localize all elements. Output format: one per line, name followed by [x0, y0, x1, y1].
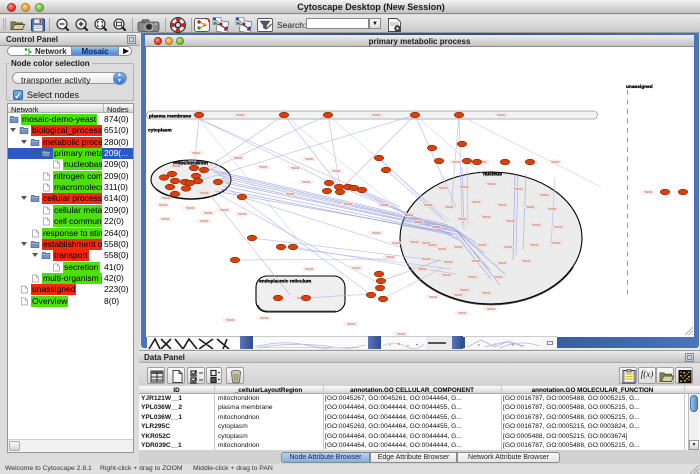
svg-text:YBR039: YBR039 [482, 216, 492, 219]
svg-text:YBR039: YBR039 [234, 157, 244, 160]
svg-text:YBR039: YBR039 [192, 152, 202, 155]
svg-text:YBR039: YBR039 [445, 206, 455, 209]
svg-text:YBR039: YBR039 [226, 319, 236, 322]
svg-text:YBR039: YBR039 [429, 296, 439, 299]
svg-text:YBR039: YBR039 [460, 289, 470, 292]
svg-text:YBR039: YBR039 [414, 221, 424, 224]
svg-text:YBR039: YBR039 [532, 224, 542, 227]
svg-text:YBR039: YBR039 [347, 323, 357, 326]
svg-text:YBR039: YBR039 [422, 258, 432, 261]
svg-text:YBR039: YBR039 [506, 220, 516, 223]
svg-text:YBR039: YBR039 [530, 244, 540, 247]
svg-text:YBR039: YBR039 [552, 242, 562, 245]
svg-text:YBR039: YBR039 [526, 206, 536, 209]
svg-text:YBR039: YBR039 [405, 214, 415, 217]
svg-text:endoplasmic reticulum: endoplasmic reticulum [259, 279, 311, 285]
svg-text:YBR039: YBR039 [200, 192, 210, 195]
svg-text:YBR039: YBR039 [344, 203, 354, 206]
svg-text:YBR039: YBR039 [460, 186, 470, 189]
svg-text:YBR039: YBR039 [487, 183, 497, 186]
svg-text:YBR039: YBR039 [260, 317, 270, 320]
svg-text:YBR039: YBR039 [259, 166, 269, 169]
svg-text:YBR039: YBR039 [424, 204, 434, 207]
svg-text:YBR039: YBR039 [494, 276, 504, 279]
svg-text:YBR039: YBR039 [458, 218, 468, 221]
svg-text:YBR039: YBR039 [352, 267, 362, 270]
svg-text:YBR039: YBR039 [392, 242, 402, 245]
svg-text:YBR039: YBR039 [302, 181, 312, 184]
svg-text:YBR039: YBR039 [220, 209, 230, 212]
svg-text:YBR039: YBR039 [472, 201, 482, 204]
svg-text:YBR039: YBR039 [504, 246, 514, 249]
svg-text:YBR039: YBR039 [286, 193, 296, 196]
svg-text:YBR039: YBR039 [554, 226, 564, 229]
svg-text:YBR039: YBR039 [186, 207, 196, 210]
svg-text:YBR039: YBR039 [444, 261, 454, 264]
svg-text:YBR039: YBR039 [432, 226, 442, 229]
svg-text:YBR039: YBR039 [305, 268, 315, 271]
svg-text:YBR039: YBR039 [380, 204, 390, 207]
svg-text:YBR039: YBR039 [162, 197, 172, 200]
svg-text:YBR039: YBR039 [410, 241, 420, 244]
svg-text:YBR039: YBR039 [454, 294, 464, 297]
svg-text:YBR039: YBR039 [238, 213, 248, 216]
svg-text:YBR039: YBR039 [438, 248, 448, 251]
svg-text:YBR039: YBR039 [498, 204, 508, 207]
svg-text:YBR039: YBR039 [161, 218, 171, 221]
svg-text:YBR039: YBR039 [458, 312, 468, 315]
svg-text:YBR039: YBR039 [472, 260, 482, 263]
svg-text:YBR039: YBR039 [551, 161, 561, 164]
svg-text:YBR039: YBR039 [372, 114, 382, 117]
svg-text:YBR039: YBR039 [200, 220, 210, 223]
svg-text:YBR039: YBR039 [236, 114, 246, 117]
svg-text:YBR039: YBR039 [418, 268, 428, 271]
svg-text:YBR039: YBR039 [548, 208, 558, 211]
svg-text:YBR039: YBR039 [454, 246, 464, 249]
svg-text:YBR039: YBR039 [478, 244, 488, 247]
svg-text:YBR039: YBR039 [386, 256, 396, 259]
svg-text:YBR039: YBR039 [159, 204, 169, 207]
svg-text:YBR039: YBR039 [372, 232, 382, 235]
svg-text:plasma membrane: plasma membrane [149, 113, 191, 119]
svg-text:YBR039: YBR039 [482, 292, 492, 295]
svg-text:YBR039: YBR039 [452, 161, 462, 164]
svg-text:YBR039: YBR039 [439, 187, 449, 190]
svg-text:YBR039: YBR039 [332, 170, 342, 173]
svg-text:cytoplasm: cytoplasm [148, 128, 172, 134]
svg-text:YBR039: YBR039 [644, 191, 654, 194]
svg-text:YBR039: YBR039 [172, 165, 182, 168]
svg-text:YBR039: YBR039 [497, 114, 507, 117]
svg-text:YBR039: YBR039 [442, 274, 452, 277]
svg-text:YBR039: YBR039 [514, 188, 524, 191]
svg-text:YBR039: YBR039 [428, 244, 438, 247]
svg-text:YBR039: YBR039 [522, 260, 532, 263]
svg-text:YBR039: YBR039 [204, 212, 214, 215]
svg-text:YBR039: YBR039 [305, 158, 315, 161]
svg-text:YBR039: YBR039 [468, 276, 478, 279]
svg-text:unassigned: unassigned [626, 84, 653, 90]
svg-text:YBR039: YBR039 [487, 308, 497, 311]
svg-text:YBR039: YBR039 [291, 167, 301, 170]
svg-text:YBR039: YBR039 [540, 194, 550, 197]
svg-text:YBR039: YBR039 [498, 262, 508, 265]
